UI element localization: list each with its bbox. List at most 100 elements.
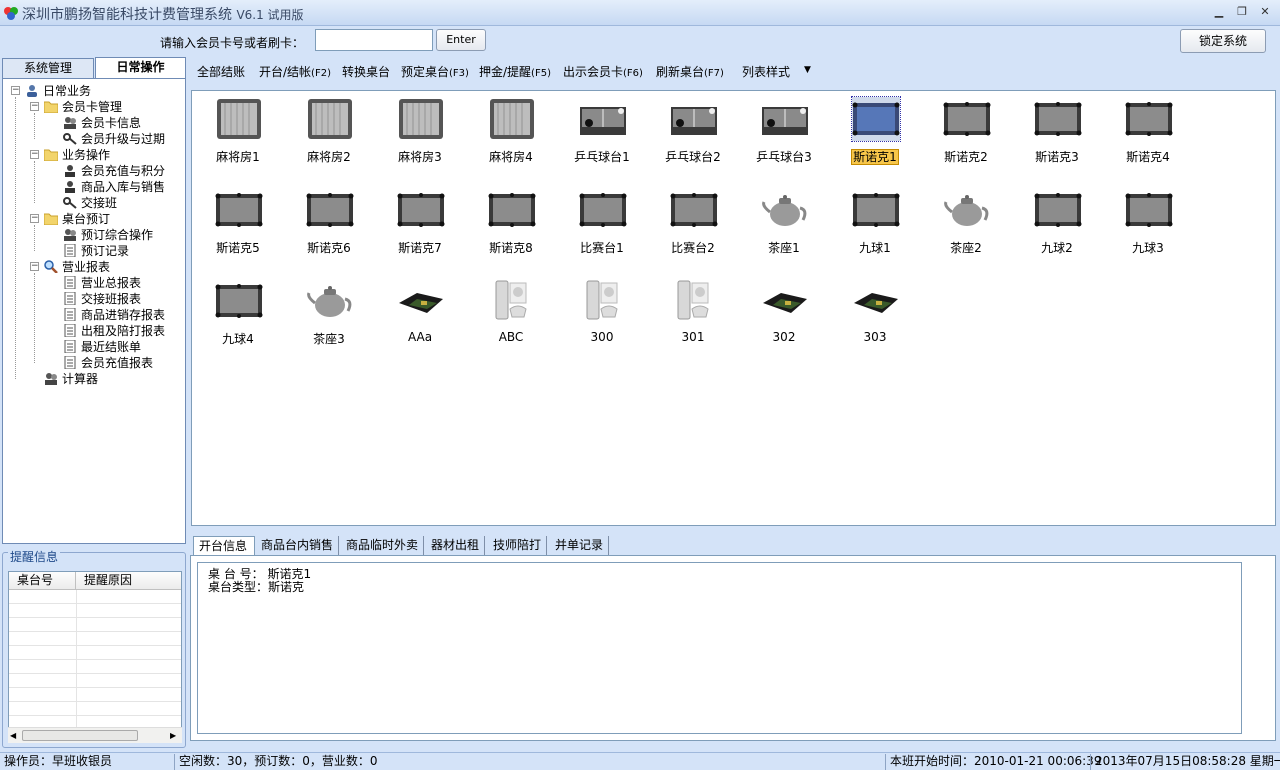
scroll-right-icon[interactable]: ▶ <box>170 731 176 740</box>
table-item[interactable]: 乒乓球台2 <box>648 93 738 173</box>
reminder-horizontal-scrollbar[interactable]: ◀ ▶ <box>8 727 182 743</box>
tree-item-inventory-report[interactable]: 商品进销存报表 <box>63 307 165 323</box>
document-icon <box>64 308 76 321</box>
tab-system-management[interactable]: 系统管理 <box>2 58 94 78</box>
tree-group-business-reports[interactable]: 营业报表 <box>44 259 110 275</box>
tree-item-shift-handover[interactable]: 交接班 <box>63 195 117 211</box>
tree-item-booking-ops[interactable]: 预订综合操作 <box>63 227 153 243</box>
tree-item-recent-bills[interactable]: 最近结账单 <box>63 339 141 355</box>
table-icon-view[interactable]: 麻将房1 麻将房2 麻将房3 麻将房4 乒乓球台1 乒乓球台2 乒乓球台3 斯诺克1 斯诺克2 斯… <box>191 90 1276 526</box>
table-item[interactable]: 斯诺克8 <box>466 184 556 264</box>
book-table-button[interactable]: 预定桌台(F3) <box>401 63 469 80</box>
table-item[interactable]: 茶座3 <box>284 275 374 355</box>
table-item[interactable]: 麻将房2 <box>284 93 374 173</box>
restore-button[interactable]: ❐ <box>1231 3 1253 21</box>
game-console-icon <box>852 279 900 323</box>
tree-item-rental-report[interactable]: 出租及陪打报表 <box>63 323 165 339</box>
tree-item-member-card-info[interactable]: 会员卡信息 <box>63 115 141 131</box>
tree-item-recharge-report[interactable]: 会员充值报表 <box>63 355 153 371</box>
table-item[interactable]: 斯诺克2 <box>921 93 1011 173</box>
table-item[interactable]: 茶座1 <box>739 184 829 264</box>
refresh-tables-button[interactable]: 刷新桌台(F7) <box>656 63 724 80</box>
table-item[interactable]: 麻将房4 <box>466 93 556 173</box>
game-console-icon <box>761 279 809 323</box>
table-item[interactable]: 九球1 <box>830 184 920 264</box>
table-label: AAa <box>407 330 433 344</box>
expander-member-card[interactable]: − <box>30 102 39 111</box>
member-card-input[interactable] <box>315 29 433 51</box>
table-item[interactable]: 303 <box>830 275 920 355</box>
list-style-dropdown[interactable]: 列表样式 <box>742 63 790 80</box>
table-item[interactable]: 斯诺克1 <box>830 93 920 173</box>
scroll-left-icon[interactable]: ◀ <box>10 731 16 740</box>
app-logo-icon <box>4 7 18 20</box>
tree-item-calculator[interactable]: 计算器 <box>44 371 98 387</box>
table-item[interactable]: 比赛台1 <box>557 184 647 264</box>
table-item[interactable]: 301 <box>648 275 738 355</box>
reminder-grid[interactable]: 桌台号 提醒原因 <box>8 571 182 743</box>
tree-item-goods-stock-sales[interactable]: 商品入库与销售 <box>63 179 165 195</box>
tab-takeaway-sales[interactable]: 商品临时外卖 <box>341 536 425 556</box>
column-header-reason[interactable]: 提醒原因 <box>76 572 181 590</box>
table-label: 麻将房3 <box>398 150 442 164</box>
table-item[interactable]: 比赛台2 <box>648 184 738 264</box>
switch-table-button[interactable]: 转换桌台 <box>342 63 390 80</box>
scroll-thumb[interactable] <box>22 730 138 741</box>
table-item[interactable]: 300 <box>557 275 647 355</box>
open-close-table-button[interactable]: 开台/结帐(F2) <box>259 63 331 80</box>
table-item[interactable]: 乒乓球台1 <box>557 93 647 173</box>
table-item[interactable]: 麻将房3 <box>375 93 465 173</box>
open-info-box[interactable]: 桌 台 号： 斯诺克1 桌台类型：斯诺克 <box>197 562 1242 734</box>
tab-in-table-sales[interactable]: 商品台内销售 <box>256 536 340 556</box>
billiard-table-icon <box>215 279 263 323</box>
tree-group-business-ops[interactable]: 业务操作 <box>44 147 110 163</box>
tree-root-daily-business[interactable]: 日常业务 <box>25 83 91 99</box>
table-item[interactable]: 斯诺克6 <box>284 184 374 264</box>
expander-table-booking[interactable]: − <box>30 214 39 223</box>
document-icon <box>64 276 76 289</box>
table-item[interactable]: 斯诺克7 <box>375 184 465 264</box>
table-label: 斯诺克4 <box>1126 150 1170 164</box>
billiard-table-icon <box>943 97 991 141</box>
enter-button[interactable]: Enter <box>436 29 486 51</box>
table-label: 麻将房2 <box>307 150 351 164</box>
table-label: 乒乓球台1 <box>574 150 630 164</box>
table-item[interactable]: 302 <box>739 275 829 355</box>
minimize-button[interactable]: ▁ <box>1208 3 1230 21</box>
table-item[interactable]: 九球2 <box>1012 184 1102 264</box>
tab-technician-partner[interactable]: 技师陪打 <box>488 536 548 556</box>
close-button[interactable]: ✕ <box>1254 3 1276 21</box>
table-item[interactable]: 斯诺克5 <box>193 184 283 264</box>
person-icon <box>65 181 75 193</box>
tree-item-handover-report[interactable]: 交接班报表 <box>63 291 141 307</box>
show-member-card-button[interactable]: 出示会员卡(F6) <box>563 63 643 80</box>
tab-daily-operations[interactable]: 日常操作 <box>95 57 186 79</box>
table-item[interactable]: 九球3 <box>1103 184 1193 264</box>
tab-merged-records[interactable]: 并单记录 <box>550 536 610 556</box>
expander-root[interactable]: − <box>11 86 20 95</box>
table-item[interactable]: 茶座2 <box>921 184 1011 264</box>
expander-business-ops[interactable]: − <box>30 150 39 159</box>
tab-equipment-rental[interactable]: 器材出租 <box>426 536 486 556</box>
deposit-reminder-button[interactable]: 押金/提醒(F5) <box>479 63 551 80</box>
status-operator: 操作员：早班收银员 <box>4 754 113 768</box>
chevron-down-icon[interactable]: ▼ <box>804 65 811 75</box>
checkout-all-button[interactable]: 全部结账 <box>197 63 245 80</box>
table-item[interactable]: 斯诺克4 <box>1103 93 1193 173</box>
expander-business-reports[interactable]: − <box>30 262 39 271</box>
tab-open-info[interactable]: 开台信息 <box>193 536 255 556</box>
table-item[interactable]: ABC <box>466 275 556 355</box>
table-item[interactable]: 乒乓球台3 <box>739 93 829 173</box>
tree-group-member-card[interactable]: 会员卡管理 <box>44 99 122 115</box>
lock-system-button[interactable]: 锁定系统 <box>1180 29 1266 53</box>
tree-group-table-booking[interactable]: 桌台预订 <box>44 211 110 227</box>
tree-item-booking-records[interactable]: 预订记录 <box>63 243 129 259</box>
table-item[interactable]: 九球4 <box>193 275 283 355</box>
tree-item-total-report[interactable]: 营业总报表 <box>63 275 141 291</box>
table-item[interactable]: 斯诺克3 <box>1012 93 1102 173</box>
tree-item-member-upgrade[interactable]: 会员升级与过期 <box>63 131 165 147</box>
tree-item-member-recharge[interactable]: 会员充值与积分 <box>63 163 165 179</box>
table-item[interactable]: AAa <box>375 275 465 355</box>
column-header-table-no[interactable]: 桌台号 <box>9 572 76 590</box>
table-item[interactable]: 麻将房1 <box>193 93 283 173</box>
